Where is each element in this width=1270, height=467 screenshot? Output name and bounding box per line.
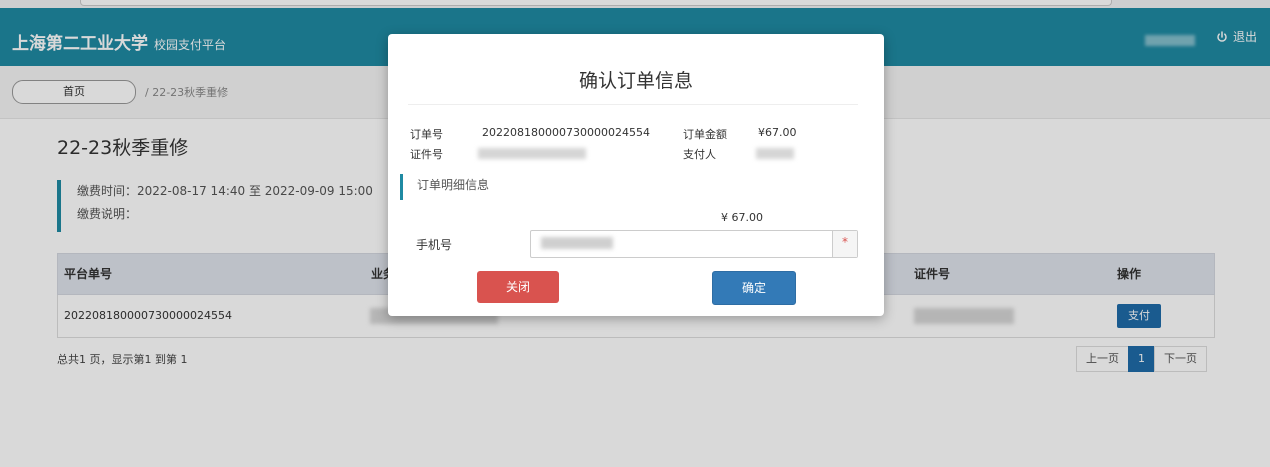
phone-label: 手机号: [416, 238, 453, 252]
dialog-title: 确认订单信息: [578, 70, 693, 92]
order-no-label: 订单号: [410, 128, 443, 141]
amount-value: ¥67.00: [758, 126, 797, 139]
order-detail-section: 订单明细信息: [400, 174, 489, 200]
phone-value-redacted: [541, 237, 613, 249]
order-no-value: 20220818000073000002455​4: [482, 126, 650, 139]
required-indicator: *: [832, 231, 857, 257]
id-label: 证件号: [410, 148, 443, 161]
close-button[interactable]: 关闭: [477, 271, 559, 303]
id-value-redacted: [478, 148, 586, 159]
dialog-divider: [408, 104, 858, 105]
phone-input[interactable]: *: [530, 230, 858, 258]
amount-label: 订单金额: [683, 128, 727, 141]
payer-label: 支付人: [683, 148, 716, 161]
confirm-order-dialog: 确认订单信息 订单号 20220818000073000002455​4 订单金…: [388, 34, 884, 316]
confirm-button[interactable]: 确定: [712, 271, 796, 305]
payer-value-redacted: [756, 148, 794, 159]
order-total: ¥ 67.00: [721, 211, 763, 224]
